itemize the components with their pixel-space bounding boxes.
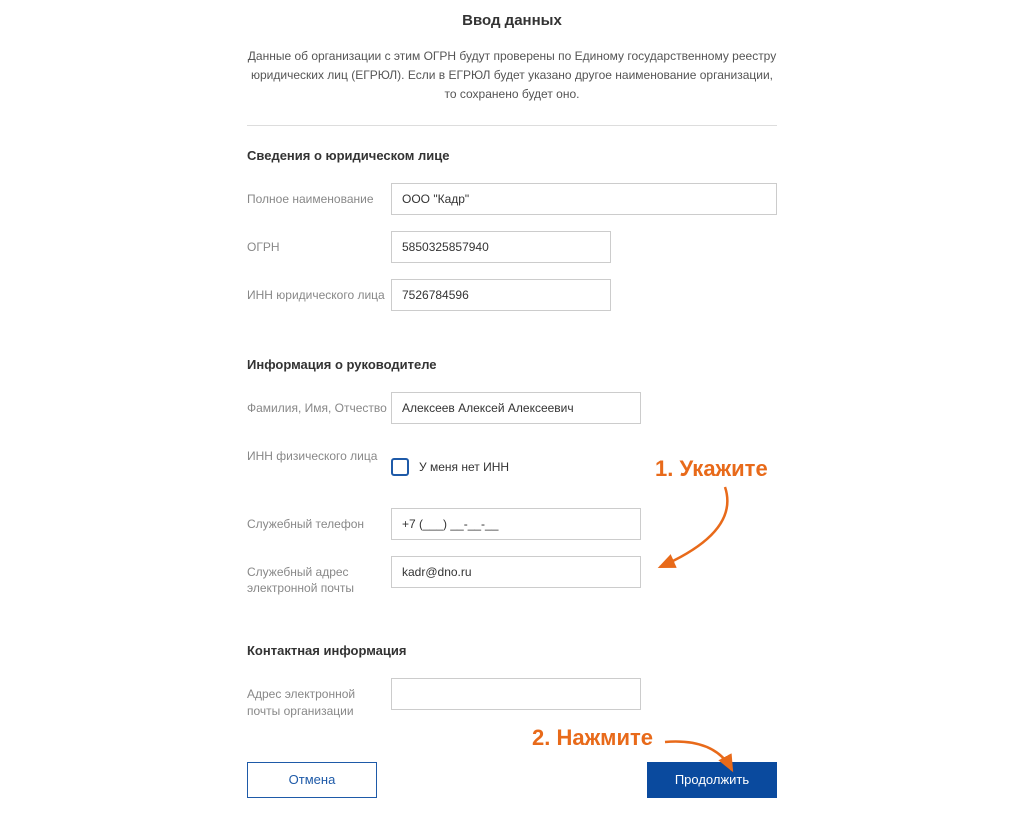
org-email-label: Адрес электронной почты организации <box>247 678 391 720</box>
legal-inn-input[interactable] <box>391 279 611 311</box>
full-name-label: Полное наименование <box>247 183 391 208</box>
work-email-label: Служебный адрес электронной почты <box>247 556 391 598</box>
no-inn-checkbox-label: У меня нет ИНН <box>419 460 509 474</box>
phone-input[interactable] <box>391 508 641 540</box>
ogrn-label: ОГРН <box>247 231 391 256</box>
cancel-button[interactable]: Отмена <box>247 762 377 798</box>
legal-inn-label: ИНН юридического лица <box>247 279 391 304</box>
no-inn-checkbox[interactable] <box>391 458 409 476</box>
continue-button[interactable]: Продолжить <box>647 762 777 798</box>
section-legal-entity-title: Сведения о юридическом лице <box>247 148 777 163</box>
fio-input[interactable] <box>391 392 641 424</box>
org-email-input[interactable] <box>391 678 641 710</box>
ogrn-input[interactable] <box>391 231 611 263</box>
divider <box>247 125 777 126</box>
work-email-input[interactable] <box>391 556 641 588</box>
section-manager-title: Информация о руководителе <box>247 357 777 372</box>
full-name-input[interactable] <box>391 183 777 215</box>
phys-inn-label: ИНН физического лица <box>247 440 391 465</box>
page-description: Данные об организации с этим ОГРН будут … <box>247 47 777 105</box>
section-contact-title: Контактная информация <box>247 643 777 658</box>
page-title: Ввод данных <box>247 12 777 29</box>
phone-label: Служебный телефон <box>247 508 391 533</box>
fio-label: Фамилия, Имя, Отчество <box>247 392 391 417</box>
